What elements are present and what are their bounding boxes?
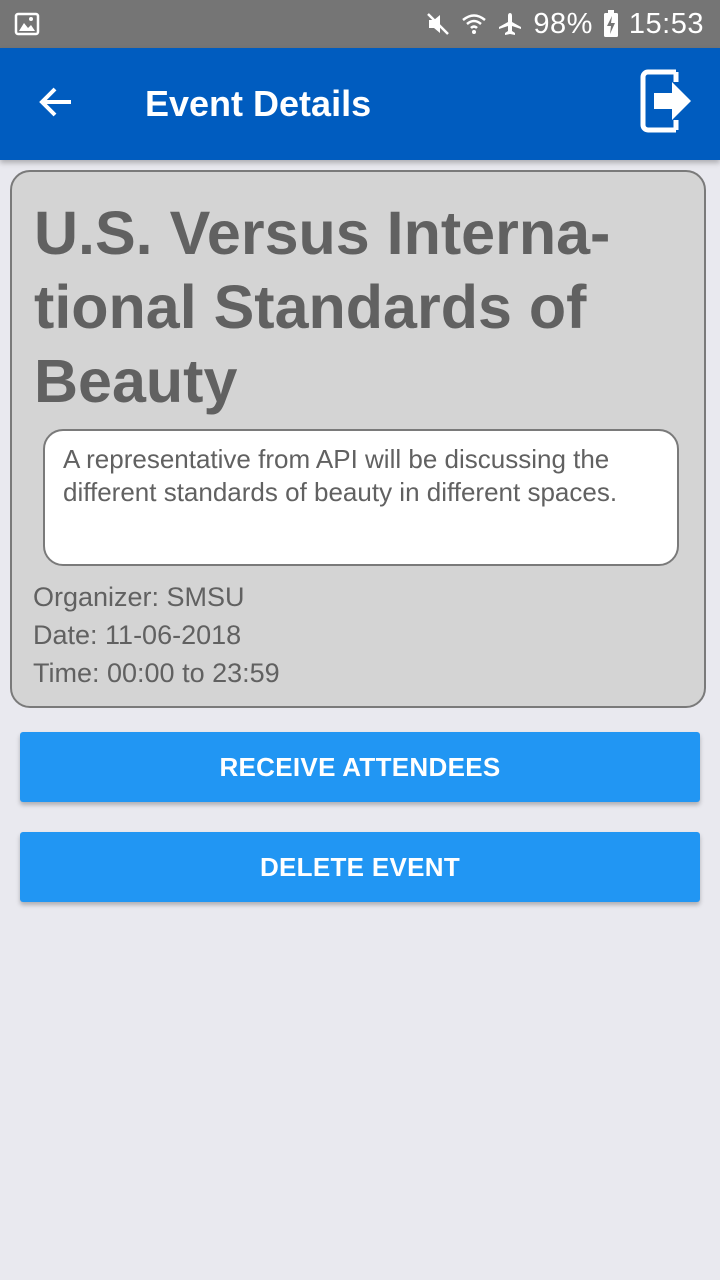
page-title: Event Details [145,83,372,124]
battery-percent: 98% [533,7,593,40]
event-organizer: Organizer: SMSU [33,582,245,612]
logout-button[interactable] [632,68,702,138]
arrow-left-icon [38,84,74,125]
event-description: A representative from API will be discus… [43,429,679,566]
airplane-icon [497,11,523,37]
clock: 15:53 [628,7,704,40]
back-button[interactable] [24,72,88,136]
event-date: Date: 11-06-2018 [33,620,242,650]
image-icon [14,11,40,37]
status-indicators: 98% 15:53 [425,0,704,48]
receive-attendees-button[interactable]: RECEIVE ATTENDEES [20,732,700,802]
event-time: Time: 00:00 to 23:59 [33,658,280,688]
exit-icon [640,68,694,139]
app-bar: Event Details [0,48,720,160]
battery-charging-icon [603,10,619,38]
status-bar: 98% 15:53 [0,0,720,48]
event-card: U.S. Versus Interna-tional Standards of … [10,170,706,708]
wifi-icon [461,11,487,37]
mute-icon [425,11,451,37]
event-title: U.S. Versus Interna-tional Standards of … [34,199,611,415]
delete-event-button[interactable]: DELETE EVENT [20,832,700,902]
